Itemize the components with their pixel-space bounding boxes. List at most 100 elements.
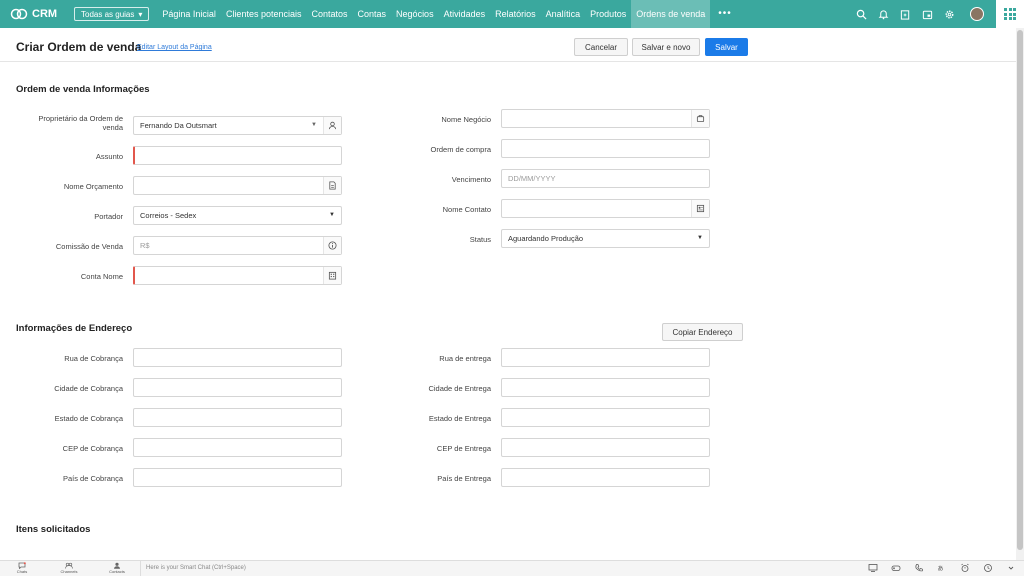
section-title-address-info: Informações de Endereço — [16, 323, 133, 334]
shipping-country-input[interactable] — [501, 468, 710, 487]
chevron-down-icon: ▼ — [329, 212, 335, 218]
chats-button[interactable]: Chats — [10, 562, 34, 574]
field-label-shipping-zip: CEP de Entrega — [436, 444, 491, 453]
field-label-commission: Comissão de Venda — [55, 242, 123, 251]
tab-sales-orders[interactable]: Ordens de venda — [631, 0, 711, 28]
edit-layout-link[interactable]: Editar Layout da Página — [137, 44, 212, 51]
account-lookup-icon[interactable] — [323, 267, 341, 284]
field-label-owner: Proprietário da Ordem de venda — [38, 114, 123, 132]
billing-city-input[interactable] — [133, 378, 342, 397]
tab-products[interactable]: Produtos — [585, 0, 631, 28]
info-icon — [323, 237, 341, 254]
billing-street-input[interactable] — [133, 348, 342, 367]
smart-chat-input[interactable]: Here is your Smart Chat (Ctrl+Space) — [140, 561, 820, 576]
account-name-field[interactable] — [133, 266, 342, 285]
channels-icon — [65, 562, 73, 569]
bottom-bar: Chats Channels Contacts Here is your Sma… — [0, 560, 1024, 576]
contacts-label: Contacts — [109, 569, 125, 574]
shipping-street-input[interactable] — [501, 348, 710, 367]
save-button[interactable]: Salvar — [705, 38, 748, 56]
field-label-billing-street: Rua de Cobrança — [64, 354, 123, 363]
alarm-icon[interactable] — [960, 563, 970, 573]
chevron-down-icon: ▼ — [697, 235, 703, 241]
gear-icon[interactable] — [942, 7, 956, 21]
subject-input[interactable] — [133, 146, 342, 165]
field-label-billing-zip: CEP de Cobrança — [62, 444, 123, 453]
shipping-zip-input[interactable] — [501, 438, 710, 457]
carrier-select[interactable]: Correios - Sedex ▼ — [133, 206, 342, 225]
gamepad-icon[interactable] — [891, 563, 901, 573]
calendar-icon[interactable] — [920, 7, 934, 21]
chevron-down-icon: ▾ — [138, 9, 143, 19]
field-label-due-date: Vencimento — [451, 175, 491, 184]
all-modules-label: Todas as guias — [81, 9, 135, 19]
due-date-input[interactable]: DD/MM/YYYY — [501, 169, 710, 188]
phone-icon[interactable] — [914, 563, 924, 573]
chat-icon — [18, 562, 26, 569]
billing-state-input[interactable] — [133, 408, 342, 427]
user-lookup-icon[interactable] — [323, 117, 341, 134]
cancel-button[interactable]: Cancelar — [574, 38, 628, 56]
billing-zip-input[interactable] — [133, 438, 342, 457]
tab-analytics[interactable]: Analítica — [541, 0, 586, 28]
owner-field[interactable]: Fernando Da Outsmart ▼ — [133, 116, 342, 135]
billing-country-input[interactable] — [133, 468, 342, 487]
quote-lookup-icon[interactable] — [323, 177, 341, 194]
bell-icon[interactable] — [876, 7, 890, 21]
history-icon[interactable] — [983, 563, 993, 573]
channels-label: Channels — [60, 569, 78, 574]
field-label-purchase-order: Ordem de compra — [430, 145, 491, 154]
field-label-subject: Assunto — [95, 152, 123, 161]
add-record-icon[interactable] — [898, 7, 912, 21]
contacts-button[interactable]: Contacts — [105, 562, 129, 574]
field-label-status: Status — [469, 235, 491, 244]
field-label-shipping-country: País de Entrega — [437, 474, 491, 483]
save-and-new-button[interactable]: Salvar e novo — [632, 38, 700, 56]
scrollbar-thumb[interactable] — [1017, 30, 1023, 550]
field-label-billing-city: Cidade de Cobrança — [54, 384, 123, 393]
field-label-account-name: Conta Nome — [80, 272, 123, 281]
more-tabs-icon[interactable]: ••• — [710, 0, 740, 28]
translate-icon[interactable]: あ — [937, 563, 947, 573]
tab-reports[interactable]: Relatórios — [490, 0, 541, 28]
contact-name-field[interactable] — [501, 199, 710, 218]
chevron-down-icon: ▼ — [311, 122, 317, 128]
tab-leads[interactable]: Clientes potenciais — [221, 0, 307, 28]
expand-icon[interactable] — [1006, 563, 1016, 573]
channels-button[interactable]: Channels — [57, 562, 81, 574]
page-scrollbar[interactable] — [1016, 28, 1024, 560]
page-title: Criar Ordem de venda — [16, 40, 142, 54]
status-value: Aguardando Produção — [508, 234, 584, 243]
field-label-billing-country: País de Cobrança — [62, 474, 123, 483]
screen-share-icon[interactable] — [868, 563, 878, 573]
status-select[interactable]: Aguardando Produção ▼ — [501, 229, 710, 248]
commission-input[interactable]: R$ — [133, 236, 342, 255]
contact-lookup-icon[interactable] — [691, 200, 709, 217]
all-modules-dropdown[interactable]: Todas as guias ▾ — [74, 7, 150, 21]
apps-grid-icon[interactable] — [996, 0, 1024, 28]
avatar[interactable] — [970, 7, 984, 21]
tab-home[interactable]: Página Inicial — [157, 0, 221, 28]
chats-label: Chats — [16, 569, 28, 574]
shipping-city-input[interactable] — [501, 378, 710, 397]
search-icon[interactable] — [854, 7, 868, 21]
tab-activities[interactable]: Atividades — [439, 0, 491, 28]
crm-logo-icon — [10, 8, 28, 20]
quote-name-field[interactable] — [133, 176, 342, 195]
field-label-billing-state: Estado de Cobrança — [54, 414, 123, 423]
tab-contacts[interactable]: Contatos — [306, 0, 352, 28]
field-label-shipping-state: Estado de Entrega — [428, 414, 491, 423]
shipping-state-input[interactable] — [501, 408, 710, 427]
page-header: Criar Ordem de venda Editar Layout da Pá… — [0, 28, 1016, 62]
field-label-carrier: Portador — [94, 212, 123, 221]
copy-address-button[interactable]: Copiar Endereço — [662, 323, 743, 341]
tab-deals[interactable]: Negócios — [391, 0, 439, 28]
deal-name-field[interactable] — [501, 109, 710, 128]
contacts-icon — [114, 562, 120, 569]
owner-value: Fernando Da Outsmart — [140, 121, 217, 130]
crm-logo[interactable]: CRM — [10, 8, 66, 20]
deal-lookup-icon[interactable] — [691, 110, 709, 127]
field-label-shipping-street: Rua de entrega — [439, 354, 491, 363]
purchase-order-input[interactable] — [501, 139, 710, 158]
tab-accounts[interactable]: Contas — [353, 0, 392, 28]
